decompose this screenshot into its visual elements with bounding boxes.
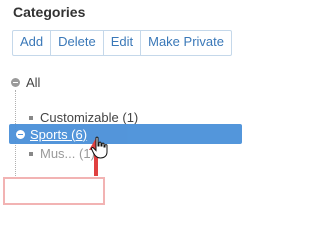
dragging-node-label: Sports (6): [30, 126, 88, 142]
tree-node-customizable[interactable]: Customizable (1): [29, 110, 138, 125]
tree-node-music[interactable]: Mus... (1): [29, 146, 95, 161]
tree-node-label: Mus... (1): [40, 146, 95, 161]
collapse-icon: [16, 129, 25, 139]
panel-title: Categories: [13, 4, 86, 20]
delete-button[interactable]: Delete: [51, 31, 104, 55]
bullet-icon: [29, 151, 33, 156]
tree-node-label: Customizable (1): [40, 110, 139, 125]
minus-icon[interactable]: [11, 78, 20, 87]
edit-button[interactable]: Edit: [104, 31, 142, 55]
drop-target-box: [3, 177, 105, 205]
add-button[interactable]: Add: [13, 31, 52, 55]
hand-cursor-icon: [90, 136, 108, 159]
bullet-icon: [29, 115, 33, 120]
tree-node-label: All: [26, 75, 41, 90]
tree-node-all[interactable]: All: [11, 75, 40, 90]
make-private-button[interactable]: Make Private: [141, 31, 231, 55]
toolbar: Add Delete Edit Make Private: [12, 30, 232, 56]
dragging-node-sports[interactable]: Sports (6): [9, 124, 242, 144]
